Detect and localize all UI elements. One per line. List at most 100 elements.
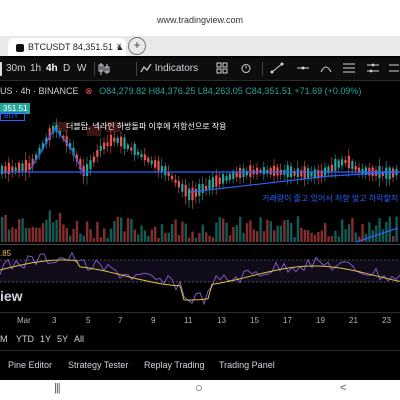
tab-trading-panel[interactable]: Trading Panel [219,360,275,370]
horizontal-line-tool[interactable] [296,58,310,80]
trend-line-tool[interactable] [270,58,284,80]
volume-bar [235,225,238,242]
volume-bar [7,229,11,242]
candle [296,168,299,177]
volume-bar [181,221,184,242]
candle [167,172,170,177]
candle [103,142,106,150]
indicators-icon [140,64,152,73]
interval-w[interactable]: W [77,58,86,80]
alarm-clock-icon [241,64,251,74]
volume-bar [21,218,24,242]
candle [113,137,116,142]
volume-bar [208,235,211,242]
volume-bar [293,237,296,242]
candle [337,160,340,168]
volume-bar [347,224,351,242]
candle [96,150,99,157]
candle [300,170,303,177]
toolbar-divider [262,62,263,76]
fib-tool[interactable] [342,58,356,80]
chart-annotation[interactable]: 거래량이 줄고 있어서 저항 맞고 하락할지 [262,193,398,204]
candle [99,145,102,152]
symbol-settings-icon[interactable]: ⊗ [85,86,93,96]
volume-bar [92,237,96,242]
interval-4h[interactable]: 4h [46,58,58,80]
candle [388,167,391,180]
volume-bar [211,237,215,242]
recent-apps-icon[interactable]: ||| [54,382,61,394]
tab-pine-editor[interactable]: Pine Editor [8,360,52,370]
volume-bar [133,229,136,242]
range-all[interactable]: All [74,334,84,344]
range-selector: M YTD 1Y 5Y All [0,332,400,348]
volume-bar [18,219,21,242]
range-1y[interactable]: 1Y [40,334,51,344]
volume-bar [194,237,198,242]
volume-bar [218,217,221,242]
candle [150,160,153,165]
tab-replay-trading[interactable]: Replay Trading [144,360,205,370]
grid-icon [216,62,228,74]
indicators-label: Indicators [154,63,199,74]
tradingview-favicon-icon [16,43,24,52]
pattern-tool[interactable] [366,58,380,80]
tab-title: BTCUSDT 84,351.51 ▲ +... [28,42,126,52]
interval-d[interactable]: D [63,58,70,80]
volume-bar [188,237,191,242]
volume-bar [103,228,106,242]
date-label: 5 [86,316,91,325]
interval-1h[interactable]: 1h [30,58,41,80]
range-1m[interactable]: M [0,334,8,344]
pane-separator[interactable] [0,244,400,245]
price-chart[interactable] [0,80,400,244]
candle [262,167,265,175]
buy-button[interactable]: BUY [0,112,26,121]
back-icon[interactable]: < [340,382,346,394]
url-bar[interactable]: www.tradingview.com [0,10,400,30]
volume-bar [31,226,34,242]
rsi-pane[interactable] [0,252,400,310]
volume-bar [273,230,276,242]
candle [106,142,109,147]
volume-bar [290,222,293,242]
toolbar-divider [94,62,95,76]
alert-button[interactable] [240,58,252,80]
candle [181,183,184,192]
home-icon[interactable]: ○ [195,380,203,395]
candle [225,176,228,181]
volume-bar [205,232,208,242]
ohlc-high: H84,376.25 [148,86,196,96]
volume-bar [279,225,283,242]
chart-annotation[interactable]: 더블탑, 넥라인 하방돌파 이후에 저항선으로 작용 [66,121,227,132]
range-5y[interactable]: 5Y [57,334,68,344]
new-tab-button[interactable]: + [128,37,146,55]
range-ytd[interactable]: YTD [16,334,34,344]
interval-30m[interactable]: 30m [6,58,25,80]
indicators-button[interactable]: Indicators [140,58,198,80]
volume-bar [24,228,28,242]
volume-bar [1,216,4,242]
brush-tool[interactable] [320,58,332,80]
candle [310,172,313,177]
candle [109,134,112,147]
candle [164,166,167,176]
candle [14,167,17,171]
volume-bar [89,229,92,242]
volume-bar [123,231,126,242]
volume-bar [324,222,327,242]
ohlc-low: L84,263.05 [197,86,243,96]
templates-button[interactable] [216,58,228,80]
volume-bar [41,223,45,242]
volume-bar [392,235,395,242]
tab-strategy-tester[interactable]: Strategy Tester [68,360,128,370]
browser-tab[interactable]: BTCUSDT 84,351.51 ▲ +... × [8,38,126,56]
volume-bar [310,232,313,242]
tab-close-icon[interactable]: × [116,38,122,56]
more-tools[interactable] [388,58,400,80]
time-axis[interactable]: Mar 3 5 7 9 11 13 15 17 19 21 23 [0,312,400,327]
lines-icon [367,63,379,73]
volume-bar [256,231,259,242]
date-label: 15 [250,316,259,325]
chart-type-dropdown[interactable] [98,58,110,80]
